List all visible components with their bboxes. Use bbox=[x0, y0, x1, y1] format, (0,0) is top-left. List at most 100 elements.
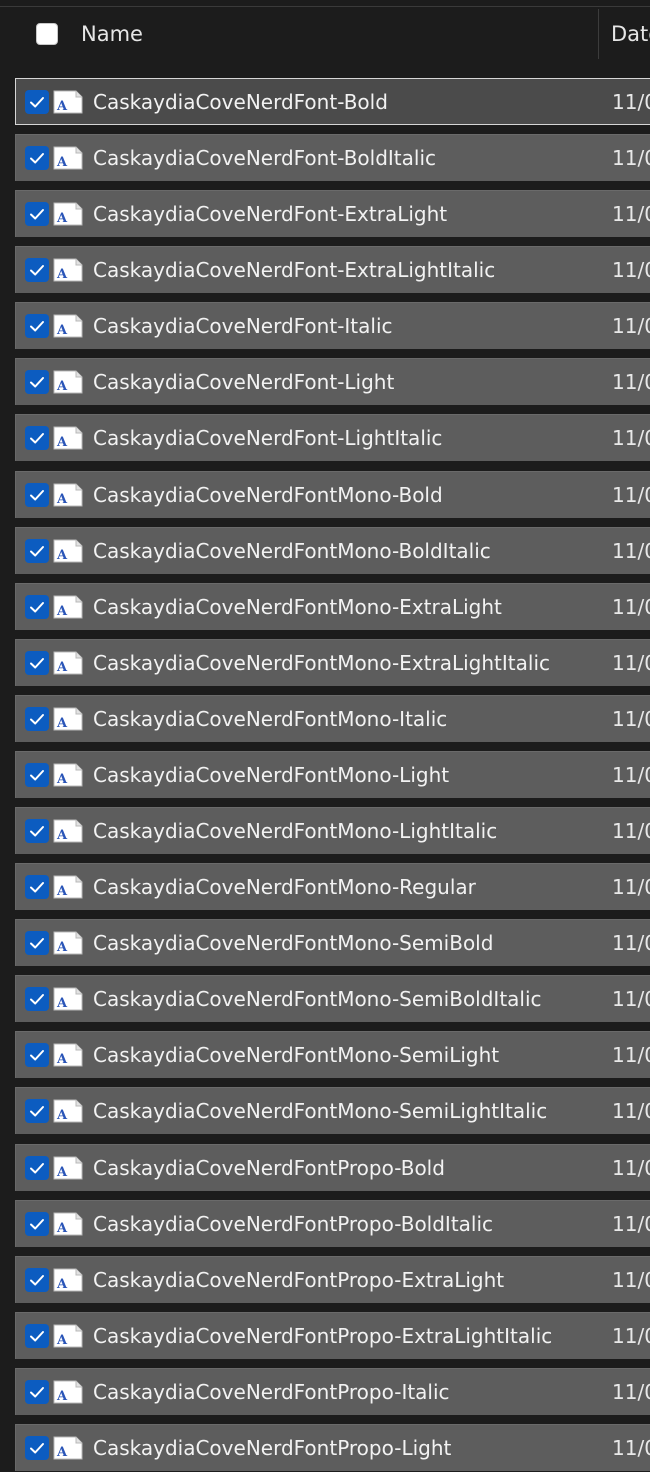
file-row[interactable]: A CaskaydiaCoveNerdFont-BoldItalic 11/0 bbox=[15, 134, 650, 181]
file-date-modified: 11/0 bbox=[612, 875, 650, 899]
row-checkbox[interactable] bbox=[25, 1099, 49, 1123]
select-all-checkbox[interactable] bbox=[36, 23, 58, 45]
file-row[interactable]: A CaskaydiaCoveNerdFontMono-SemiLightIta… bbox=[15, 1087, 650, 1134]
font-file-icon: A bbox=[53, 1097, 83, 1123]
column-resize-handle[interactable] bbox=[598, 9, 599, 59]
file-row[interactable]: A CaskaydiaCoveNerdFontMono-LightItalic … bbox=[15, 807, 650, 854]
column-header-date[interactable]: Date bbox=[611, 22, 650, 46]
font-file-icon: A bbox=[53, 1266, 83, 1292]
file-row[interactable]: A CaskaydiaCoveNerdFont-ExtraLight 11/0 bbox=[15, 190, 650, 237]
row-checkbox[interactable] bbox=[25, 1212, 49, 1236]
checkmark-icon bbox=[30, 658, 44, 669]
row-checkbox[interactable] bbox=[25, 483, 49, 507]
checkmark-icon bbox=[30, 1106, 44, 1117]
row-checkbox[interactable] bbox=[25, 987, 49, 1011]
row-checkbox[interactable] bbox=[25, 539, 49, 563]
file-row[interactable]: A CaskaydiaCoveNerdFontMono-ExtraLightIt… bbox=[15, 639, 650, 686]
row-checkbox[interactable] bbox=[25, 1268, 49, 1292]
file-name: CaskaydiaCoveNerdFontMono-SemiBoldItalic bbox=[93, 987, 542, 1011]
svg-text:A: A bbox=[56, 1445, 68, 1460]
checkmark-icon bbox=[30, 546, 44, 557]
file-date-modified: 11/0 bbox=[612, 1324, 650, 1348]
row-checkbox[interactable] bbox=[25, 1436, 49, 1460]
row-checkbox[interactable] bbox=[25, 1156, 49, 1180]
row-checkbox[interactable] bbox=[25, 1380, 49, 1404]
file-row[interactable]: A CaskaydiaCoveNerdFontPropo-Light 11/0 bbox=[15, 1424, 650, 1471]
checkmark-icon bbox=[30, 714, 44, 725]
checkmark-icon bbox=[30, 770, 44, 781]
file-row[interactable]: A CaskaydiaCoveNerdFontPropo-Italic 11/0 bbox=[15, 1368, 650, 1415]
file-row[interactable]: A CaskaydiaCoveNerdFontMono-Bold 11/0 bbox=[15, 471, 650, 518]
row-checkbox[interactable] bbox=[25, 146, 49, 170]
row-checkbox[interactable] bbox=[25, 426, 49, 450]
svg-text:A: A bbox=[56, 1221, 68, 1236]
file-row[interactable]: A CaskaydiaCoveNerdFontMono-SemiLight 11… bbox=[15, 1031, 650, 1078]
file-date-modified: 11/0 bbox=[612, 931, 650, 955]
checkmark-icon bbox=[30, 882, 44, 893]
file-row[interactable]: A CaskaydiaCoveNerdFontPropo-Bold 11/0 bbox=[15, 1144, 650, 1191]
file-row[interactable]: A CaskaydiaCoveNerdFontMono-Regular 11/0 bbox=[15, 863, 650, 910]
file-name: CaskaydiaCoveNerdFont-BoldItalic bbox=[93, 146, 437, 170]
font-file-icon: A bbox=[53, 873, 83, 899]
file-date-modified: 11/0 bbox=[612, 1436, 650, 1460]
font-file-icon: A bbox=[53, 593, 83, 619]
file-date-modified: 11/0 bbox=[612, 483, 650, 507]
font-file-icon: A bbox=[53, 1322, 83, 1348]
file-row[interactable]: A CaskaydiaCoveNerdFont-Light 11/0 bbox=[15, 358, 650, 405]
row-checkbox[interactable] bbox=[25, 651, 49, 675]
file-row[interactable]: A CaskaydiaCoveNerdFont-Italic 11/0 bbox=[15, 302, 650, 349]
file-row[interactable]: A CaskaydiaCoveNerdFontMono-Italic 11/0 bbox=[15, 695, 650, 742]
column-header-name[interactable]: Name bbox=[81, 22, 143, 46]
file-name: CaskaydiaCoveNerdFontMono-Light bbox=[93, 763, 450, 787]
file-name: CaskaydiaCoveNerdFontMono-SemiLight bbox=[93, 1043, 500, 1067]
row-checkbox[interactable] bbox=[25, 819, 49, 843]
row-checkbox[interactable] bbox=[25, 258, 49, 282]
row-checkbox[interactable] bbox=[25, 707, 49, 731]
svg-text:A: A bbox=[56, 828, 68, 843]
font-file-icon: A bbox=[53, 761, 83, 787]
row-checkbox[interactable] bbox=[25, 931, 49, 955]
file-name: CaskaydiaCoveNerdFontMono-BoldItalic bbox=[93, 539, 491, 563]
font-file-icon: A bbox=[53, 929, 83, 955]
svg-text:A: A bbox=[56, 155, 68, 170]
font-file-icon: A bbox=[53, 88, 83, 114]
row-checkbox[interactable] bbox=[25, 314, 49, 338]
row-checkbox[interactable] bbox=[25, 1043, 49, 1067]
font-file-icon: A bbox=[53, 1210, 83, 1236]
file-row[interactable]: A CaskaydiaCoveNerdFont-ExtraLightItalic… bbox=[15, 246, 650, 293]
row-checkbox[interactable] bbox=[25, 1324, 49, 1348]
row-checkbox[interactable] bbox=[25, 875, 49, 899]
file-date-modified: 11/0 bbox=[612, 426, 650, 450]
row-checkbox[interactable] bbox=[25, 370, 49, 394]
font-file-icon: A bbox=[53, 256, 83, 282]
file-row[interactable]: A CaskaydiaCoveNerdFontMono-BoldItalic 1… bbox=[15, 527, 650, 574]
font-file-icon: A bbox=[53, 817, 83, 843]
row-checkbox[interactable] bbox=[25, 763, 49, 787]
svg-text:A: A bbox=[56, 660, 68, 675]
checkmark-icon bbox=[30, 97, 44, 108]
file-row[interactable]: A CaskaydiaCoveNerdFontMono-SemiBoldItal… bbox=[15, 975, 650, 1022]
file-name: CaskaydiaCoveNerdFontPropo-BoldItalic bbox=[93, 1212, 494, 1236]
checkmark-icon bbox=[30, 433, 44, 444]
checkmark-icon bbox=[30, 209, 44, 220]
file-row[interactable]: A CaskaydiaCoveNerdFontPropo-ExtraLight … bbox=[15, 1256, 650, 1303]
file-row[interactable]: A CaskaydiaCoveNerdFontPropo-ExtraLightI… bbox=[15, 1312, 650, 1359]
file-date-modified: 11/0 bbox=[612, 539, 650, 563]
file-row[interactable]: A CaskaydiaCoveNerdFontPropo-BoldItalic … bbox=[15, 1200, 650, 1247]
file-name: CaskaydiaCoveNerdFontMono-SemiBold bbox=[93, 931, 494, 955]
file-row[interactable]: A CaskaydiaCoveNerdFont-Bold 11/0 bbox=[15, 78, 650, 125]
file-row[interactable]: A CaskaydiaCoveNerdFont-LightItalic 11/0 bbox=[15, 414, 650, 461]
font-file-icon: A bbox=[53, 705, 83, 731]
file-row[interactable]: A CaskaydiaCoveNerdFontMono-ExtraLight 1… bbox=[15, 583, 650, 630]
svg-text:A: A bbox=[56, 772, 68, 787]
file-row[interactable]: A CaskaydiaCoveNerdFontMono-Light 11/0 bbox=[15, 751, 650, 798]
row-checkbox[interactable] bbox=[25, 595, 49, 619]
checkmark-icon bbox=[30, 1163, 44, 1174]
font-file-icon: A bbox=[53, 312, 83, 338]
row-checkbox[interactable] bbox=[25, 202, 49, 226]
font-file-icon: A bbox=[53, 1041, 83, 1067]
file-row[interactable]: A CaskaydiaCoveNerdFontMono-SemiBold 11/… bbox=[15, 919, 650, 966]
row-checkbox[interactable] bbox=[25, 90, 49, 114]
checkmark-icon bbox=[30, 602, 44, 613]
font-file-icon: A bbox=[53, 424, 83, 450]
